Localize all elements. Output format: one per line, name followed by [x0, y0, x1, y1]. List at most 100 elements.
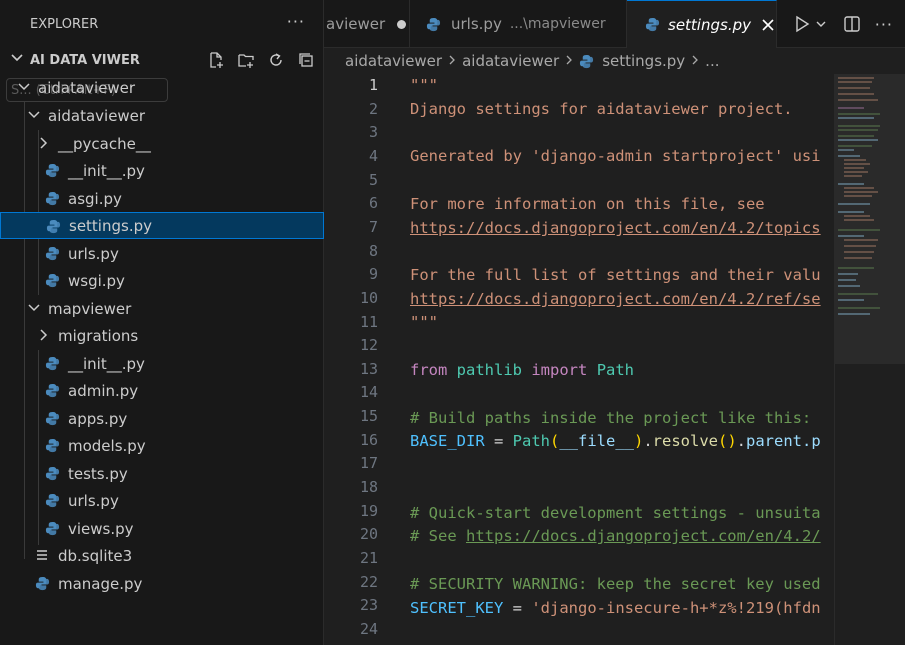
modified-dot-icon — [397, 19, 407, 29]
tree-item-admin-py[interactable]: admin.py — [0, 377, 324, 404]
line-number: 18 — [359, 478, 378, 497]
line-number: 4 — [368, 146, 378, 165]
tree-item-urls-py[interactable]: urls.py — [0, 240, 324, 267]
tab-detail: ...\mapviewer — [509, 16, 606, 32]
line-number: 19 — [359, 501, 378, 520]
code-line-15: # Build paths inside the project like th… — [410, 409, 812, 427]
line-number: 11 — [359, 312, 378, 331]
new-folder-icon[interactable] — [235, 49, 257, 71]
explorer-header: EXPLORER ··· — [0, 0, 323, 48]
tree-item-label: aidataviewer — [38, 78, 136, 97]
python-file-icon — [44, 355, 60, 371]
tree-item-tests-py[interactable]: tests.py — [0, 460, 324, 487]
tree-item-settings-py[interactable]: settings.py — [0, 212, 324, 239]
python-file-icon — [44, 492, 60, 508]
code-line-7[interactable]: https://docs.djangoproject.com/en/4.2/to… — [410, 219, 821, 237]
tree-item-init-py[interactable]: __init__.py — [0, 157, 324, 184]
breadcrumb-item[interactable]: aidataviewer — [462, 52, 559, 70]
breadcrumb-item[interactable]: settings.py — [602, 52, 685, 70]
python-file-icon — [44, 520, 60, 536]
more-actions-icon[interactable]: ··· — [875, 15, 893, 34]
tab-label: urls.py — [451, 15, 502, 33]
tab-aviewer[interactable]: aviewer — [324, 0, 410, 48]
line-number: 5 — [368, 170, 378, 189]
tree-item-label: wsgi.py — [68, 271, 125, 290]
tree-item-mapviewer[interactable]: mapviewer — [0, 295, 324, 322]
breadcrumb: aidataviewer aidataviewer settings.py ..… — [324, 48, 905, 74]
tree-item-label: admin.py — [68, 381, 139, 400]
line-number: 16 — [359, 430, 378, 449]
line-number: 12 — [359, 336, 378, 355]
line-number: 20 — [359, 525, 378, 544]
code-line-10[interactable]: https://docs.djangoproject.com/en/4.2/re… — [410, 290, 821, 308]
line-number: 7 — [368, 217, 378, 236]
chevron-down-icon — [10, 51, 24, 69]
breadcrumb-item[interactable]: ... — [705, 52, 719, 70]
tab-urls[interactable]: urls.py ...\mapviewer — [410, 0, 627, 48]
split-editor-icon[interactable] — [843, 15, 861, 33]
python-file-icon — [44, 437, 60, 453]
tab-settings[interactable]: settings.py — [627, 0, 777, 48]
collapse-all-icon[interactable] — [295, 49, 317, 71]
code-line-9: For the full list of settings and their … — [410, 266, 821, 284]
line-number: 22 — [359, 572, 378, 591]
tree-item-label: views.py — [68, 519, 134, 538]
tree-item-label: urls.py — [68, 244, 119, 263]
tab-label: settings.py — [668, 15, 751, 34]
new-file-icon[interactable] — [205, 49, 227, 71]
tree-item-label: manage.py — [58, 574, 143, 593]
python-file-icon — [44, 410, 60, 426]
explorer-title: EXPLORER — [30, 16, 99, 32]
tree-item-apps-py[interactable]: apps.py — [0, 405, 324, 432]
run-icon[interactable] — [793, 15, 811, 33]
chevron-right-icon — [564, 52, 574, 70]
breadcrumb-item[interactable]: aidataviewer — [345, 52, 442, 70]
python-file-icon — [579, 54, 594, 69]
tree-item-urls-py[interactable]: urls.py — [0, 487, 324, 514]
chevron-right-icon — [690, 52, 700, 70]
python-file-icon — [44, 272, 60, 288]
tree-item-asgi-py[interactable]: asgi.py — [0, 185, 324, 212]
tree-item-views-py[interactable]: views.py — [0, 515, 324, 542]
chevron-down-icon[interactable] — [815, 18, 827, 30]
code-line-22: # SECURITY WARNING: keep the secret key … — [410, 575, 821, 593]
line-number: 13 — [359, 359, 378, 378]
chevron-down-icon — [16, 79, 32, 95]
tree-item-db-sqlite3[interactable]: db.sqlite3 — [0, 542, 324, 569]
database-file-icon — [34, 547, 50, 563]
explorer-sidebar: EXPLORER ··· AI DATA VIWER S... (Ctrl+Al… — [0, 0, 324, 645]
code-editor[interactable]: 1 2 3 4 5 6 7 8 9 10 11 12 13 14 15 16 17 18 19 20 21 22 23 24 … — [324, 74, 905, 645]
code-line-19: # Quick-start development settings - uns… — [410, 504, 821, 522]
tree-item-pycache[interactable]: __pycache__ — [0, 130, 324, 157]
line-number: 24 — [359, 619, 378, 638]
tree-item-wsgi-py[interactable]: wsgi.py — [0, 267, 324, 294]
python-file-icon — [44, 382, 60, 398]
tree-item-init-py[interactable]: __init__.py — [0, 350, 324, 377]
tree-item-aidataviewer[interactable]: aidataviewer — [0, 74, 324, 101]
code-line-23: SECRET_KEY = 'django-insecure-h+*z%!219(… — [410, 599, 821, 617]
close-icon[interactable] — [761, 18, 775, 32]
tree-item-migrations[interactable]: migrations — [0, 322, 324, 349]
code-line-6: For more information on this file, see — [410, 195, 765, 213]
more-actions-icon[interactable]: ··· — [287, 12, 305, 31]
project-folder-header[interactable]: AI DATA VIWER — [0, 48, 323, 72]
tree-item-label: asgi.py — [68, 189, 122, 208]
refresh-icon[interactable] — [265, 49, 287, 71]
tree-item-label: urls.py — [68, 491, 119, 510]
tree-item-models-py[interactable]: models.py — [0, 432, 324, 459]
python-file-icon — [44, 465, 60, 481]
code-line-13: from pathlib import Path — [410, 361, 635, 379]
code-line-4: Generated by 'django-admin startproject'… — [410, 147, 821, 165]
line-number: 3 — [368, 123, 378, 142]
line-number: 9 — [368, 265, 378, 284]
tree-item-label: aidataviewer — [48, 106, 146, 125]
code-line-20: # See https://docs.djangoproject.com/en/… — [410, 527, 821, 545]
tree-item-label: settings.py — [69, 216, 152, 235]
minimap-slider[interactable] — [834, 74, 905, 364]
tree-item-label: migrations — [58, 326, 139, 345]
tab-label: aviewer — [326, 15, 386, 33]
tree-item-manage-py[interactable]: manage.py — [0, 570, 324, 597]
tree-item-aidataviewer[interactable]: aidataviewer — [0, 102, 324, 129]
python-file-icon — [44, 162, 60, 178]
line-number: 10 — [359, 288, 378, 307]
